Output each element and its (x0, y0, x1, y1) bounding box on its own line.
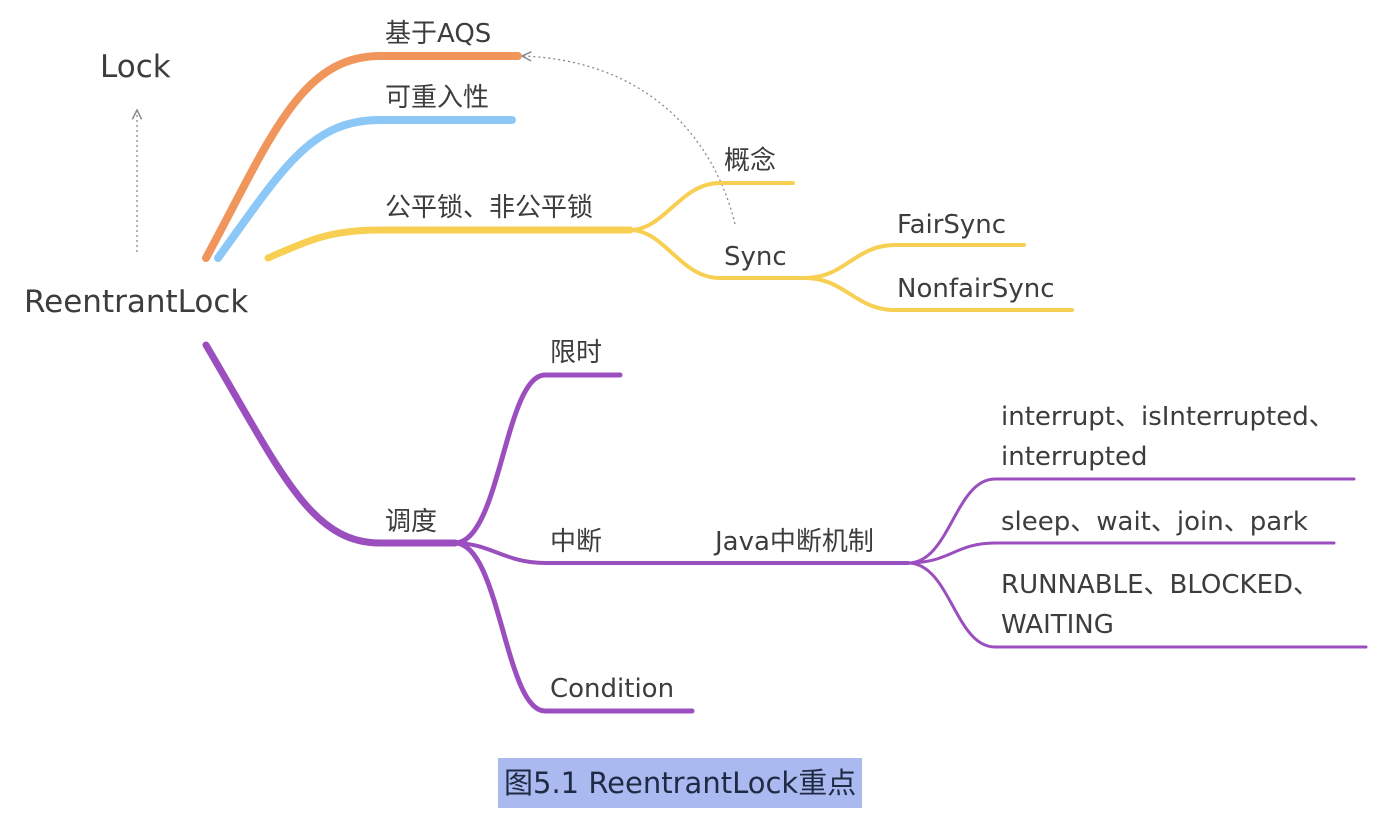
branch-timed (452, 372, 623, 546)
branch-fairness (264, 226, 634, 262)
node-methods-line2: interrupted (1001, 442, 1148, 472)
node-reentrant: 可重入性 (385, 83, 489, 113)
node-fairness: 公平锁、非公平锁 (385, 193, 593, 223)
node-lock: Lock (100, 49, 171, 85)
node-fair-sync: FairSync (897, 210, 1006, 240)
node-scheduling: 调度 (385, 507, 437, 537)
node-nonfair-sync: NonfairSync (897, 274, 1055, 304)
node-aqs: 基于AQS (385, 19, 491, 49)
node-interrupt-mechanism: Java中断机制 (713, 527, 874, 557)
branch-concept (628, 181, 795, 232)
node-timed: 限时 (550, 338, 602, 368)
branch-reentrant (214, 116, 516, 262)
figure-caption: 图5.1 ReentrantLock重点 (498, 758, 863, 808)
node-concept: 概念 (724, 146, 776, 176)
branch-blocking (906, 541, 1336, 565)
mind-map: Lock ReentrantLock 基于AQS 可重入性 公平锁、非公平锁 概… (24, 19, 1368, 714)
node-states-line1: RUNNABLE、BLOCKED、 (1001, 570, 1319, 600)
node-interrupt: 中断 (550, 527, 602, 557)
node-condition: Condition (550, 674, 674, 704)
node-sync: Sync (724, 242, 787, 272)
node-states-line2: WAITING (1001, 610, 1114, 640)
node-root: ReentrantLock (24, 284, 248, 320)
node-blocking: sleep、wait、join、park (1001, 507, 1308, 537)
node-methods-line1: interrupt、isInterrupted、 (1001, 402, 1335, 432)
